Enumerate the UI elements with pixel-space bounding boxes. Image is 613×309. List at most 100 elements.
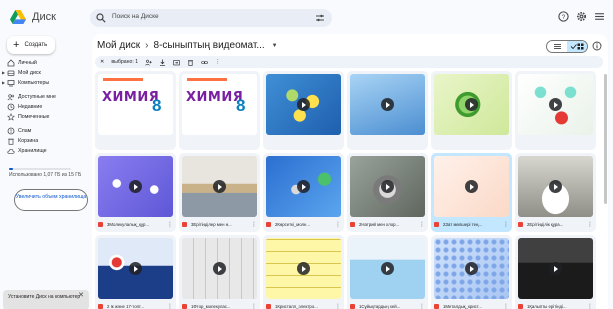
play-icon[interactable] [465,262,478,275]
play-icon[interactable] [213,262,226,275]
file-card[interactable]: 2Көрсеткі_моле... ⋮ [263,153,344,232]
file-thumbnail[interactable] [182,156,257,217]
play-icon[interactable] [381,98,394,111]
more-options-icon[interactable]: ⋮ [419,303,425,309]
file-card[interactable]: 2Зат мөлшері тең... ⋮ [431,153,512,232]
file-thumbnail[interactable]: ХИМИЯ 8 [98,74,173,135]
file-thumbnail[interactable] [350,156,425,217]
file-card[interactable]: 3Молекулалық_құр... ⋮ [95,153,176,232]
file-card[interactable]: 2Натрий мен хлор... ⋮ [347,153,428,232]
file-card[interactable]: 2Ерітінділік құра... ⋮ [515,153,596,232]
file-card[interactable] [347,71,428,150]
sidebar-item-trash[interactable]: Корзина [0,136,92,146]
more-options-icon[interactable]: ⋮ [167,303,173,309]
create-button[interactable]: + Создать [7,36,55,54]
file-thumbnail[interactable] [266,238,341,299]
file-thumbnail[interactable] [518,156,593,217]
file-thumbnail[interactable] [518,238,593,299]
file-name[interactable]: 2Көрсеткі_моле... [275,222,335,227]
play-icon[interactable] [129,262,142,275]
file-thumbnail[interactable] [434,74,509,135]
play-icon[interactable] [465,98,478,111]
file-card[interactable] [431,71,512,150]
play-icon[interactable] [549,180,562,193]
file-name[interactable]: 1Кристалл_электро... [275,304,335,309]
breadcrumb-root[interactable]: Мой диск [97,40,140,51]
sidebar-item-my-drive[interactable]: ▶ Мой диск [0,68,92,78]
file-name[interactable]: 1Қалыпты ерітінді... [527,304,587,309]
file-thumbnail[interactable] [266,156,341,217]
share-icon[interactable] [145,59,152,66]
file-card[interactable]: 1Кристалл_электро... ⋮ [263,235,344,309]
file-name[interactable]: 1Металдық_крист... [443,304,503,309]
play-icon[interactable] [297,98,310,111]
help-icon[interactable]: ? [558,11,569,22]
more-options-icon[interactable]: ⋮ [503,303,509,309]
more-options-icon[interactable]: ⋮ [335,221,341,228]
apps-icon[interactable] [594,11,605,22]
sidebar-item-computers[interactable]: ▶ Компьютеры [0,78,92,88]
file-name[interactable]: 3Молекулалық_құр... [107,222,167,227]
play-icon[interactable] [549,98,562,111]
sidebar-item-personal[interactable]: Личный [0,58,92,68]
sidebar-item-shared[interactable]: Доступные мне [0,92,92,102]
file-thumbnail[interactable] [182,238,257,299]
sidebar-item-spam[interactable]: Спам [0,126,92,136]
more-options-icon[interactable]: ⋮ [419,221,425,228]
file-thumbnail[interactable] [518,74,593,135]
play-icon[interactable] [297,180,310,193]
more-options-icon[interactable]: ⋮ [251,221,257,228]
file-name[interactable]: 2Зат мөлшері тең... [443,222,503,227]
more-options-icon[interactable]: ⋮ [587,221,593,228]
file-card[interactable]: 1Қалыпты ерітінді... ⋮ [515,235,596,309]
sidebar-item-storage[interactable]: Хранилище [0,146,92,156]
download-icon[interactable] [159,59,166,66]
more-options-icon[interactable]: ⋮ [251,303,257,309]
file-card[interactable]: ХИМИЯ 8 [179,71,260,150]
breadcrumb-current[interactable]: 8-сыныптың видеомат... [154,40,265,51]
file-name[interactable]: 3Ерітінділер мен ө... [191,222,251,227]
more-actions-icon[interactable]: ⋮ [215,59,220,65]
settings-icon[interactable] [576,11,587,22]
file-thumbnail[interactable] [266,74,341,135]
app-title[interactable]: Диск [32,11,56,23]
play-icon[interactable] [465,180,478,193]
link-icon[interactable] [201,59,208,66]
sidebar-item-starred[interactable]: Помеченные [0,112,92,122]
more-options-icon[interactable]: ⋮ [503,221,509,228]
play-icon[interactable] [297,262,310,275]
file-name[interactable]: 2 Ік және 17-топт... [107,304,167,309]
play-icon[interactable] [549,262,562,275]
play-icon[interactable] [213,180,226,193]
file-thumbnail[interactable] [98,156,173,217]
file-name[interactable]: 1Сұйықтардың хей... [359,304,419,309]
file-thumbnail[interactable] [98,238,173,299]
more-options-icon[interactable]: ⋮ [335,303,341,309]
play-icon[interactable] [381,180,394,193]
scrollbar[interactable] [604,74,607,204]
more-options-icon[interactable]: ⋮ [587,303,593,309]
file-thumbnail[interactable] [434,238,509,299]
file-thumbnail[interactable] [350,74,425,135]
file-name[interactable]: 2Натрий мен хлор... [359,222,419,227]
file-card[interactable] [515,71,596,150]
file-name[interactable]: 1Фтор_молекулас... [191,304,251,309]
file-card[interactable]: 1Сұйықтардың хей... ⋮ [347,235,428,309]
file-card[interactable]: 1Металдық_крист... ⋮ [431,235,512,309]
file-card[interactable] [263,71,344,150]
play-icon[interactable] [129,180,142,193]
file-thumbnail[interactable]: ХИМИЯ 8 [182,74,257,135]
clear-selection-icon[interactable]: ✕ [100,59,104,65]
file-thumbnail[interactable] [434,156,509,217]
sidebar-item-recent[interactable]: Недавние [0,102,92,112]
file-card[interactable]: 2 Ік және 17-топт... ⋮ [95,235,176,309]
file-name[interactable]: 2Ерітінділік құра... [527,222,587,227]
info-icon[interactable] [592,41,602,51]
list-view-button[interactable] [547,41,567,52]
close-icon[interactable]: ✕ [78,292,84,300]
expand-caret-icon[interactable]: ▶ [2,80,5,85]
file-card[interactable]: ХИМИЯ 8 [95,71,176,150]
file-card[interactable]: 1Фтор_молекулас... ⋮ [179,235,260,309]
move-icon[interactable] [173,59,180,66]
expand-caret-icon[interactable]: ▶ [2,70,5,75]
